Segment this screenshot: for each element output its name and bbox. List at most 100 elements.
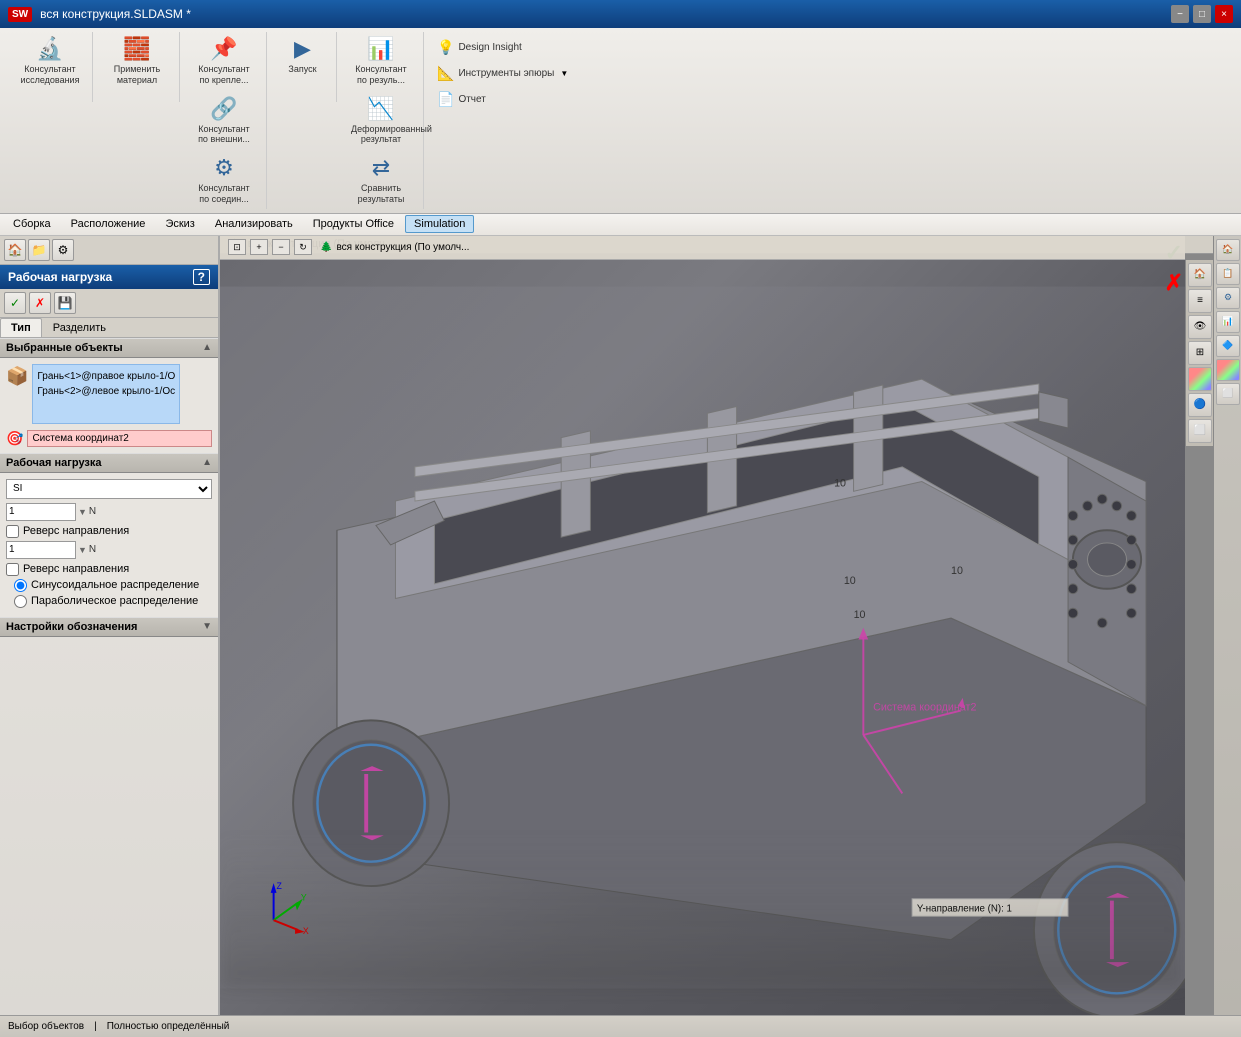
workload-title: Рабочая нагрузка: [6, 457, 102, 469]
zoom-out-btn[interactable]: −: [272, 239, 290, 255]
vp-house-btn[interactable]: 🏠: [1188, 263, 1212, 287]
report-button[interactable]: 📄 Отчет: [432, 88, 573, 111]
rt-btn-5[interactable]: 🔷: [1216, 335, 1240, 357]
menu-layout[interactable]: Расположение: [62, 215, 155, 233]
rt-btn-3[interactable]: ⚙: [1216, 287, 1240, 309]
deformed-result-button[interactable]: 📉 Деформированный результат: [345, 92, 417, 150]
parabolic-radio[interactable]: [14, 595, 27, 608]
panel-icon-1[interactable]: 🏠: [4, 239, 26, 261]
view-toolbar-row: ⊡ + − ↻ 🌲 вся конструкция (По умолч...: [220, 236, 1185, 260]
instruments-epure-button[interactable]: 📐 Инструменты эпюры ▼: [432, 62, 573, 85]
vp-view-btn[interactable]: 👁: [1188, 315, 1212, 339]
vp-render-btn[interactable]: 🔵: [1188, 393, 1212, 417]
confirm-button[interactable]: ✓: [4, 292, 26, 314]
epure-label: Инструменты эпюры: [458, 68, 554, 79]
reverse1-checkbox[interactable]: [6, 525, 19, 538]
design-insight-button[interactable]: 💡 Design Insight: [432, 36, 573, 59]
compare-results-button[interactable]: ⇄ Сравнить результаты: [345, 151, 417, 209]
workload-header[interactable]: Рабочая нагрузка ▲: [0, 453, 218, 473]
svg-text:Система координат2: Система координат2: [873, 701, 976, 713]
material-label: Применить материал: [107, 64, 167, 86]
selected-objects-icon: 📦: [6, 366, 28, 387]
zoom-in-btn[interactable]: +: [250, 239, 268, 255]
panel-help-btn[interactable]: ?: [193, 269, 210, 285]
tab-simulation[interactable]: Simulation: [405, 215, 474, 233]
viewport-assembly-title: вся конструкция (По умолч...: [336, 242, 469, 253]
menu-sketch[interactable]: Эскиз: [156, 215, 203, 233]
parabolic-label: Параболическое распределение: [31, 595, 198, 607]
consultant-result-button[interactable]: 📊 Консультант по резуль...: [345, 32, 417, 90]
window-controls[interactable]: − □ ×: [1171, 5, 1233, 23]
rt-btn-1[interactable]: 🏠: [1216, 239, 1240, 261]
svg-text:10: 10: [854, 609, 866, 621]
deformed-label: Деформированный результат: [351, 124, 411, 146]
epure-icon: 📐: [437, 65, 454, 82]
consultant-research-button[interactable]: 🔬 Консультант исследования: [14, 32, 86, 90]
value2-row: ▼ N: [6, 541, 212, 559]
vp-extra-btn[interactable]: ⬜: [1188, 419, 1212, 443]
ribbon-group-analysis: 💡 Design Insight 📐 Инструменты эпюры ▼ 📄…: [426, 32, 579, 111]
maximize-button[interactable]: □: [1193, 5, 1211, 23]
ribbon-group-consultants: 📌 Консультант по крепле... 🔗 Консультант…: [182, 32, 267, 209]
parabolic-row: Параболическое распределение: [14, 595, 212, 608]
title-bar: SW вся конструкция.SLDASM * − □ ×: [0, 0, 1241, 28]
value1-row: ▼ N: [6, 503, 212, 521]
minimize-button[interactable]: −: [1171, 5, 1189, 23]
workload-content: SI ▼ N Реверс направления ▼ N: [0, 473, 218, 617]
value2-input[interactable]: [6, 541, 76, 559]
close-button[interactable]: ×: [1215, 5, 1233, 23]
tab-type[interactable]: Тип: [0, 318, 42, 337]
apply-material-button[interactable]: 🧱 Применить материал: [101, 32, 173, 90]
rt-btn-4[interactable]: 📊: [1216, 311, 1240, 333]
selected-objects-header[interactable]: Выбранные объекты ▲: [0, 338, 218, 358]
svg-text:10: 10: [951, 565, 963, 577]
external-icon: 🔗: [210, 96, 237, 122]
menu-office[interactable]: Продукты Office: [304, 215, 403, 233]
consultant-connect-button[interactable]: ⚙ Консультант по соедин...: [188, 151, 260, 209]
unit-dropdown[interactable]: SI: [6, 479, 212, 499]
panel-icon-3[interactable]: ⚙: [52, 239, 74, 261]
sinusoidal-row: Синусоидальное распределение: [14, 579, 212, 592]
notation-settings-title: Настройки обозначения: [6, 621, 137, 633]
ribbon-group-material: 🧱 Применить материал: [95, 32, 180, 102]
reverse2-row: Реверс направления: [6, 563, 212, 576]
vp-layers-btn[interactable]: ≡: [1188, 289, 1212, 313]
ribbon-toolbar: 🔬 Консультант исследования 🧱 Применить м…: [0, 28, 1241, 214]
svg-text:10: 10: [834, 477, 846, 489]
selected-objects-list: Грань<1>@правое крыло-1/О Грань<2>@левое…: [32, 364, 180, 424]
panel-icon-toolbar: 🏠 📁 ⚙: [0, 236, 218, 265]
design-insight-label: Design Insight: [458, 42, 521, 53]
panel-icon-2[interactable]: 📁: [28, 239, 50, 261]
rotate-btn[interactable]: ↻: [294, 239, 312, 255]
rt-btn-6[interactable]: [1216, 359, 1240, 381]
sinusoidal-radio[interactable]: [14, 579, 27, 592]
tab-split[interactable]: Разделить: [42, 318, 117, 337]
vp-color-btn[interactable]: [1188, 367, 1212, 391]
menu-analyze[interactable]: Анализировать: [206, 215, 302, 233]
ribbon-group-results: 📊 Консультант по резуль... 📉 Деформирова…: [339, 32, 424, 209]
report-label: Отчет: [458, 94, 485, 105]
reverse2-checkbox[interactable]: [6, 563, 19, 576]
ribbon-group-main: 🔬 Консультант исследования: [8, 32, 93, 102]
value1-input[interactable]: [6, 503, 76, 521]
launch-button[interactable]: ▶ Запуск: [275, 32, 330, 79]
consultant-fix-button[interactable]: 📌 Консультант по крепле...: [188, 32, 260, 90]
panel-toolbar: ✓ ✗ 💾: [0, 289, 218, 318]
viewport-cancel[interactable]: ✗: [1165, 270, 1183, 296]
unit-dropdown-row: SI: [6, 479, 212, 499]
status-bar: Выбор объектов | Полностью определённый: [0, 1015, 1241, 1037]
consultant-external-button[interactable]: 🔗 Консультант по внешни...: [188, 92, 260, 150]
zoom-fit-btn[interactable]: ⊡: [228, 239, 246, 255]
save-button[interactable]: 💾: [54, 292, 76, 314]
cancel-button[interactable]: ✗: [29, 292, 51, 314]
research-label: Консультант исследования: [20, 64, 80, 86]
menu-assembly[interactable]: Сборка: [4, 215, 60, 233]
rt-btn-7[interactable]: ⬜: [1216, 383, 1240, 405]
unit2-label: N: [89, 544, 96, 555]
rt-btn-2[interactable]: 📋: [1216, 263, 1240, 285]
vp-orient-btn[interactable]: ⊞: [1188, 341, 1212, 365]
notation-settings-header[interactable]: Настройки обозначения ▼: [0, 617, 218, 637]
ribbon-group-launch: ▶ Запуск: [269, 32, 337, 102]
research-icon: 🔬: [36, 36, 63, 62]
viewport-toolbar: ✓ ✗ 🏠 ≡ 👁 ⊞ 🔵 ⬜: [1185, 260, 1213, 446]
